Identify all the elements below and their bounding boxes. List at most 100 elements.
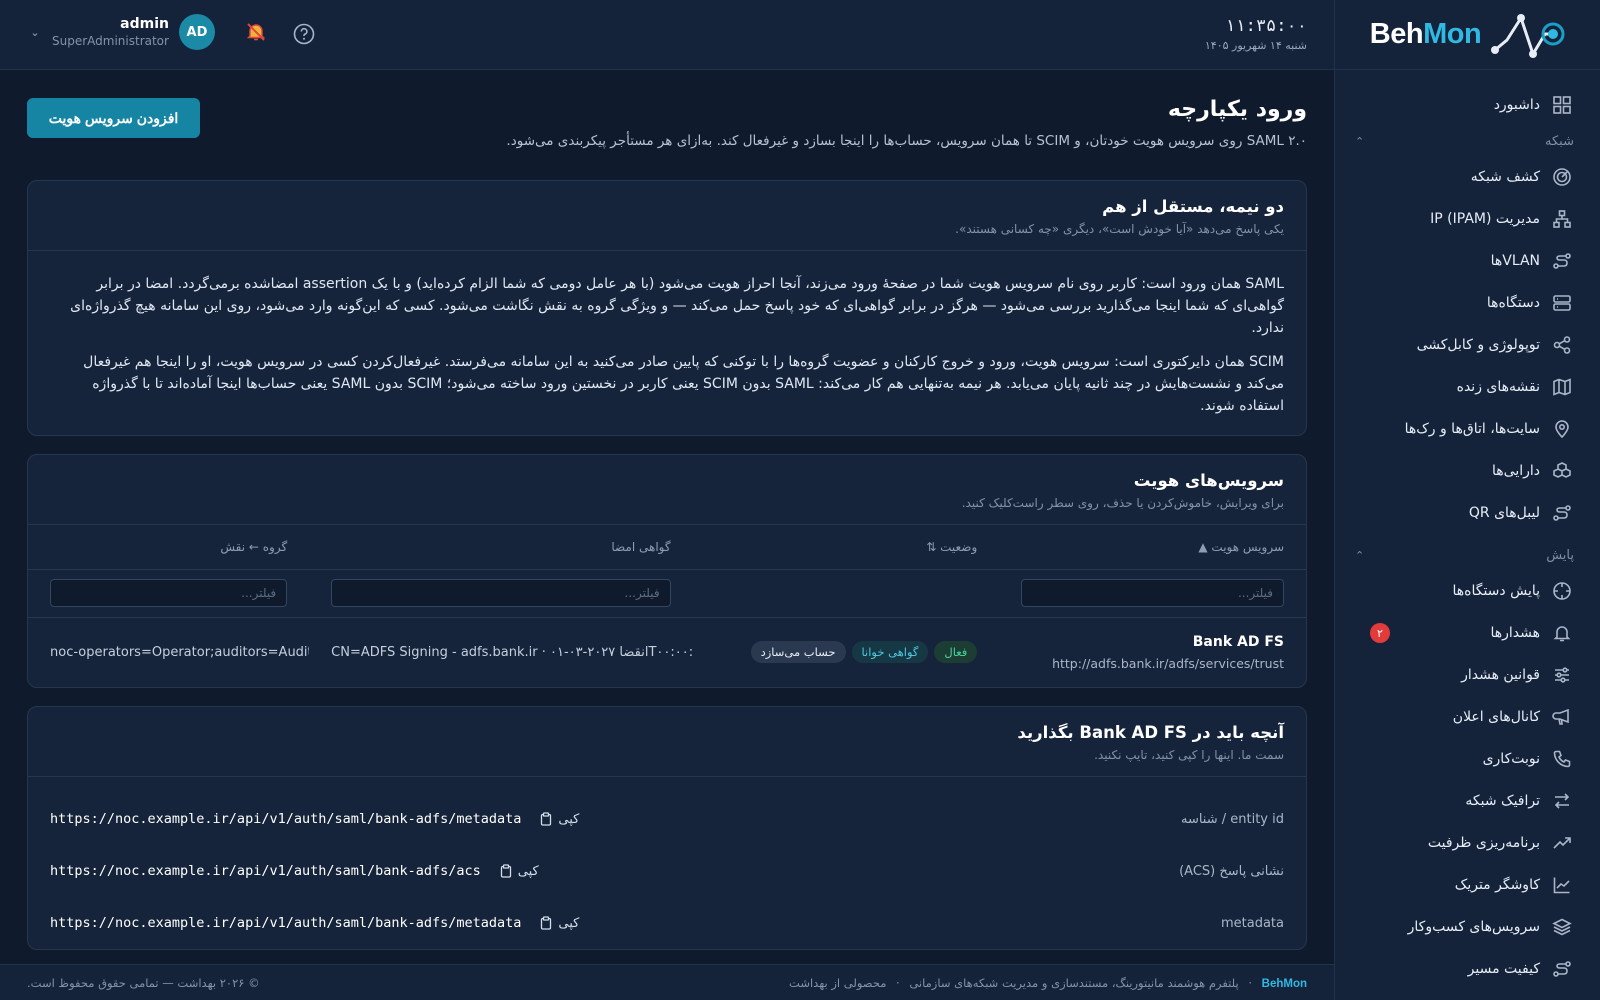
identity-services-table: سرویس هویت ▲ وضعیت ⇅ گواهی امضا گروه ← ن… — [28, 525, 1306, 687]
column-header-group-role[interactable]: گروه ← نقش — [28, 525, 310, 570]
trend-up-icon — [1553, 837, 1571, 849]
status-pills: فعال گواهی خوانا حساب می‌سازد — [715, 641, 978, 664]
sidebar-item-assets[interactable]: دارایی‌ها — [1335, 450, 1600, 492]
sidebar-item-label: کیفیت مسیر — [1467, 961, 1540, 977]
config-row-acs: نشانی پاسخ (ACS) https://noc.example.ir/… — [28, 845, 1306, 897]
page-title: ورود یکپارچه — [1167, 97, 1307, 122]
filter-row — [28, 569, 1306, 618]
section-label: شبکه — [1545, 133, 1574, 149]
sliders-icon — [1555, 667, 1569, 683]
sidebar-item-metric-explorer[interactable]: کاوشگر متریک — [1335, 864, 1600, 906]
config-list: entity id / شناسه https://noc.example.ir… — [28, 777, 1306, 949]
add-identity-provider-button[interactable]: افزودن سرویس هویت — [27, 98, 200, 138]
sidebar-item-label: نوبت‌کاری — [1482, 751, 1540, 767]
map-pin-icon — [1555, 420, 1569, 439]
sidebar-item-sites[interactable]: سایت‌ها، اتاق‌ها و رک‌ها — [1335, 408, 1600, 450]
chevron-down-icon[interactable]: ⌄ — [28, 26, 42, 39]
dashboard-icon — [1553, 96, 1571, 114]
card-header: دو نیمه، مستقل از هم یکی پاسخ می‌دهد «آی… — [28, 181, 1306, 251]
sidebar-item-alerts[interactable]: هشدارها ۲ — [1335, 612, 1600, 654]
hierarchy-icon — [1553, 210, 1571, 228]
certificate-filter-input[interactable] — [331, 579, 671, 607]
config-value: https://noc.example.ir/api/v1/auth/saml/… — [50, 915, 522, 931]
logo-graph-icon — [1491, 13, 1565, 58]
radar-icon — [1553, 168, 1571, 186]
sidebar-item-topology[interactable]: توپولوژی و کابل‌کشی — [1335, 324, 1600, 366]
chevron-up-icon: ⌃ — [1355, 134, 1365, 148]
arrows-swap-icon — [1554, 793, 1570, 809]
sidebar: BehMon داشبورد شبکه ⌃ کشف شبکه مدیریت IP… — [1334, 0, 1600, 1000]
crosshair-icon — [1553, 582, 1571, 600]
avatar[interactable]: AD — [178, 14, 215, 50]
sidebar-nav: داشبورد شبکه ⌃ کشف شبکه مدیریت IP (IPAM)… — [1335, 70, 1600, 990]
intro-card: دو نیمه، مستقل از هم یکی پاسخ می‌دهد «آی… — [27, 180, 1307, 436]
sidebar-item-label: داشبورد — [1493, 97, 1540, 113]
topbar: ۱۱:۳۵:۰۰ شنبه ۱۴ شهریور ۱۴۰۵ ⌄ admin Sup… — [0, 0, 1334, 70]
identity-services-card: سرویس‌های هویت برای ویرایش، خاموش‌کردن ی… — [27, 454, 1307, 688]
scim-paragraph: SCIM همان دایرکتوری است: سرویس هویت، ورو… — [83, 354, 1284, 414]
service-filter-input[interactable] — [1021, 579, 1284, 607]
copy-button[interactable]: کپی — [539, 812, 579, 827]
copy-button[interactable]: کپی — [499, 864, 539, 879]
config-value-group: https://noc.example.ir/api/v1/auth/saml/… — [50, 811, 579, 827]
sidebar-item-business-services[interactable]: سرویس‌های کسب‌وکار — [1335, 906, 1600, 948]
clock-date: شنبه ۱۴ شهریور ۱۴۰۵ — [1204, 39, 1307, 52]
nav-section-network[interactable]: شبکه ⌃ — [1335, 126, 1600, 156]
sidebar-item-path-quality[interactable]: کیفیت مسیر — [1335, 948, 1600, 990]
sidebar-item-device-monitoring[interactable]: پایش دستگاه‌ها — [1335, 570, 1600, 612]
sidebar-item-traffic[interactable]: ترافیک شبکه — [1335, 780, 1600, 822]
config-value-group: https://noc.example.ir/api/v1/auth/saml/… — [50, 863, 539, 879]
config-row-entity-id: entity id / شناسه https://noc.example.ir… — [28, 793, 1306, 845]
sidebar-item-notification-channels[interactable]: کانال‌های اعلان — [1335, 696, 1600, 738]
clock: ۱۱:۳۵:۰۰ شنبه ۱۴ شهریور ۱۴۰۵ — [1205, 16, 1307, 52]
route-icon — [1553, 961, 1571, 977]
config-value: https://noc.example.ir/api/v1/auth/saml/… — [50, 811, 522, 827]
sidebar-item-alert-rules[interactable]: قوانین هشدار — [1335, 654, 1600, 696]
section-label: پایش — [1546, 547, 1574, 563]
brand-logo[interactable]: BehMon — [1335, 0, 1600, 70]
sidebar-item-vlan[interactable]: VLANها — [1335, 240, 1600, 282]
share-nodes-icon — [1553, 336, 1571, 354]
sidebar-item-label: ترافیک شبکه — [1465, 793, 1540, 809]
bell-muted-icon[interactable] — [244, 20, 268, 44]
sidebar-item-label: نقشه‌های زنده — [1456, 379, 1540, 395]
config-row-metadata: metadata https://noc.example.ir/api/v1/a… — [28, 897, 1306, 949]
group-filter-input[interactable] — [50, 579, 288, 607]
column-header-service[interactable]: سرویس هویت ▲ — [999, 525, 1306, 570]
column-header-status[interactable]: وضعیت ⇅ — [692, 525, 1000, 570]
sidebar-item-live-maps[interactable]: نقشه‌های زنده — [1335, 366, 1600, 408]
page-header: ورود یکپارچه SAML ۲.۰ روی سرویس هویت خود… — [27, 70, 1307, 180]
layers-icon — [1552, 918, 1572, 936]
column-header-certificate[interactable]: گواهی امضا — [309, 525, 693, 570]
sidebar-item-label: توپولوژی و کابل‌کشی — [1416, 337, 1540, 353]
footer-copyright: © ۲۰۲۶ بهداشت — تمامی حقوق محفوظ است. — [27, 975, 260, 990]
footer-brand[interactable]: BehMon — [1262, 978, 1307, 990]
chevron-up-icon: ⌃ — [1355, 548, 1365, 562]
user-info: admin SuperAdministrator — [52, 16, 169, 48]
clipboard-icon — [541, 916, 552, 930]
status-badge-provisioning: حساب می‌سازد — [750, 641, 846, 664]
sidebar-item-discovery[interactable]: کشف شبکه — [1335, 156, 1600, 198]
card-subtitle: یکی پاسخ می‌دهد «آیا خودش است»، دیگری «چ… — [955, 222, 1284, 236]
sidebar-item-ipam[interactable]: مدیریت IP (IPAM) — [1335, 198, 1600, 240]
sidebar-item-dashboard[interactable]: داشبورد — [1335, 84, 1600, 126]
sidebar-item-devices[interactable]: دستگاه‌ها — [1335, 282, 1600, 324]
sidebar-item-capacity[interactable]: برنامه‌ریزی ظرفیت — [1335, 822, 1600, 864]
card-header: سرویس‌های هویت برای ویرایش، خاموش‌کردن ی… — [28, 455, 1306, 525]
table-row[interactable]: Bank AD FS http://adfs.bank.ir/adfs/serv… — [28, 617, 1306, 687]
sidebar-item-label: سایت‌ها، اتاق‌ها و رک‌ها — [1404, 421, 1540, 437]
clipboard-icon — [500, 864, 511, 878]
copy-label: کپی — [558, 811, 580, 827]
map-icon — [1553, 378, 1571, 396]
help-icon[interactable] — [292, 22, 316, 46]
nav-section-monitoring[interactable]: پایش ⌃ — [1335, 540, 1600, 570]
card-title: آنچه باید در Bank AD FS بگذارید — [1017, 723, 1284, 742]
sidebar-item-qr-labels[interactable]: لیبل‌های QR — [1335, 492, 1600, 534]
config-value-group: https://noc.example.ir/api/v1/auth/saml/… — [50, 915, 579, 931]
user-menu[interactable]: ⌄ admin SuperAdministrator AD — [28, 14, 215, 50]
sidebar-item-on-call[interactable]: نوبت‌کاری — [1335, 738, 1600, 780]
config-label: metadata — [1220, 915, 1284, 931]
copy-button[interactable]: کپی — [539, 916, 579, 931]
route-icon — [1553, 253, 1571, 269]
sidebar-item-label: دستگاه‌ها — [1486, 295, 1540, 311]
